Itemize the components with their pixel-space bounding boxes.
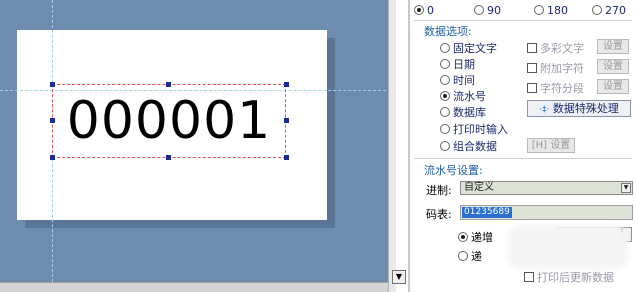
data-special-process-button[interactable]: ·‡· 数据特殊处理	[527, 100, 631, 117]
data-type-serial[interactable]: 流水号	[440, 88, 486, 104]
divider	[414, 158, 632, 159]
radio-icon	[534, 5, 544, 15]
increment-option[interactable]: 递增	[458, 229, 493, 245]
radio-icon	[414, 5, 424, 15]
process-icon: ·‡·	[539, 105, 550, 115]
checkbox-icon	[527, 63, 537, 73]
data-type-print-input[interactable]: 打印时输入	[440, 121, 508, 137]
resize-handle-top-right[interactable]	[284, 82, 289, 87]
rotation-180-option[interactable]: 180	[534, 3, 568, 17]
radio-icon	[440, 141, 450, 151]
resize-handle-bottom[interactable]	[166, 155, 171, 160]
vertical-scrollbar[interactable]	[388, 0, 396, 292]
serial-number-text[interactable]: 000001	[56, 88, 282, 154]
code-table-value: 01235689	[462, 207, 512, 218]
radio-icon	[440, 59, 450, 69]
scroll-down-arrow-icon[interactable]: ▼	[392, 270, 406, 284]
radio-icon	[592, 5, 602, 15]
horizontal-scrollbar[interactable]	[0, 282, 396, 292]
rotation-270-option[interactable]: 270	[592, 3, 626, 17]
data-type-combined[interactable]: 组合数据	[440, 138, 497, 154]
base-select-value: 自定义	[464, 182, 494, 193]
chevron-down-icon: ▼	[621, 183, 631, 193]
design-canvas[interactable]: 000001	[0, 0, 396, 292]
checkbox-icon	[524, 272, 534, 282]
data-type-date[interactable]: 日期	[440, 56, 475, 72]
serial-settings-title: 流水号设置:	[424, 164, 483, 177]
radio-icon	[440, 75, 450, 85]
decrement-option[interactable]: 递	[458, 248, 482, 264]
base-label: 进制:	[426, 184, 452, 197]
segment-char-checkbox[interactable]: 字符分段	[527, 80, 584, 96]
radio-icon	[440, 91, 450, 101]
resize-handle-right[interactable]	[284, 118, 289, 123]
resize-handle-left[interactable]	[50, 118, 55, 123]
multicolor-text-checkbox[interactable]: 多彩文字	[527, 40, 584, 56]
checkbox-icon	[527, 43, 537, 53]
data-options-title: 数据选项:	[424, 25, 472, 38]
properties-panel: 0 90 180 270 数据选项: 固定文字 日期 时间 流水号 数据库 打印…	[408, 0, 635, 292]
resize-handle-bottom-right[interactable]	[284, 155, 289, 160]
multicolor-settings-button[interactable]: 设置	[597, 39, 629, 54]
segment-char-settings-button[interactable]: 设置	[597, 79, 629, 94]
combine-icon: [H]	[531, 140, 548, 151]
data-type-time[interactable]: 时间	[440, 72, 475, 88]
rotation-0-option[interactable]: 0	[414, 3, 434, 17]
print-update-checkbox[interactable]: 打印后更新数据	[524, 269, 614, 285]
radio-icon	[458, 232, 468, 242]
data-type-database[interactable]: 数据库	[440, 104, 486, 120]
base-select[interactable]: 自定义 ▼	[460, 181, 633, 195]
resize-handle-top[interactable]	[166, 82, 171, 87]
radio-icon	[440, 43, 450, 53]
code-table-label: 码表:	[426, 208, 452, 221]
radio-icon	[440, 107, 450, 117]
radio-icon	[458, 251, 468, 261]
resize-handle-bottom-left[interactable]	[50, 155, 55, 160]
blurred-region	[508, 224, 628, 270]
data-type-fixed-text[interactable]: 固定文字	[440, 40, 497, 56]
resize-handle-top-left[interactable]	[50, 82, 55, 87]
append-char-checkbox[interactable]: 附加字符	[527, 60, 584, 76]
radio-icon	[474, 5, 484, 15]
code-table-input[interactable]: 01235689	[460, 205, 633, 220]
checkbox-icon	[527, 83, 537, 93]
divider	[414, 20, 632, 21]
combined-data-settings-button[interactable]: [H] 设置	[527, 138, 575, 153]
append-char-settings-button[interactable]: 设置	[597, 59, 629, 74]
radio-icon	[440, 124, 450, 134]
rotation-90-option[interactable]: 90	[474, 3, 501, 17]
